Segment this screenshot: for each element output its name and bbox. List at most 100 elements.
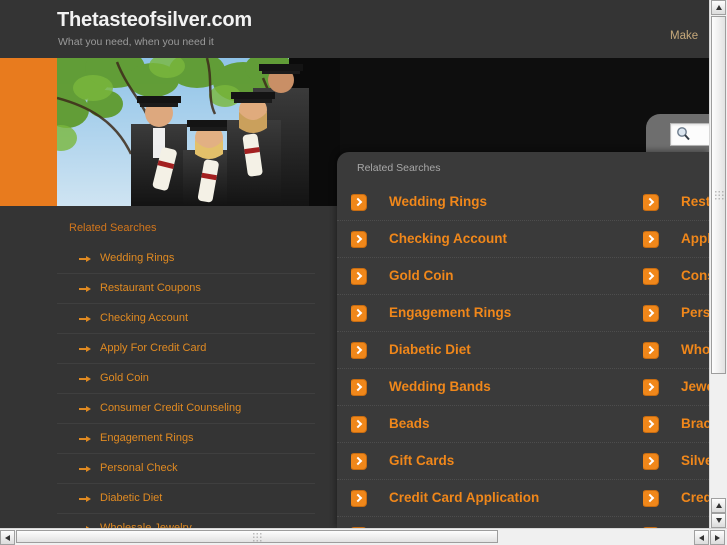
sidebar-list: Wedding Rings Restaurant Coupons Checking … [57,244,315,529]
overlay-link-label: Engagement Rings [389,305,512,320]
overlay-link[interactable]: Wedding Bands [351,375,679,399]
arrow-right-icon [79,316,91,322]
overlay-link[interactable]: Gift Cards [351,449,679,473]
overlay-link-label: Credit Cards [681,490,710,505]
sidebar-link-label: Gold Coin [100,372,149,384]
hero-orange-band [0,58,57,206]
overlay-link[interactable]: Engagement Rings [351,301,679,325]
overlay-row: Wedding Rings Restaurant Coupons [337,184,710,221]
vertical-scroll-thumb[interactable] [711,16,726,374]
horizontal-scroll-thumb[interactable] [16,530,498,543]
overlay-link-grid: Wedding Rings Restaurant Coupons Checking … [337,184,710,529]
overlay-link-label: Jewelry [681,379,710,394]
vertical-scrollbar[interactable] [709,0,727,529]
overlay-link-label: Personal Check [681,305,710,320]
chevron-right-icon [643,269,658,284]
arrow-right-icon [79,406,91,412]
chevron-right-icon [643,306,658,321]
overlay-link-label: Consumer Credit Counseling [681,268,710,283]
overlay-link[interactable]: Consumer Credit Counseling [643,264,710,288]
overlay-link-label: Wholesale Jewelry [681,342,710,357]
overlay-link[interactable]: Credit Cards [643,486,710,510]
sidebar-link-label: Engagement Rings [100,432,194,444]
triangle-left-icon-2 [699,534,704,541]
overlay-row: Gold Coin Consumer Credit Counseling [337,258,710,295]
chevron-right-icon [351,195,366,210]
sidebar-link[interactable]: Apply For Credit Card [57,334,315,364]
chevron-right-icon [643,491,658,506]
scroll-down-button-upper[interactable] [711,498,726,513]
sidebar-link[interactable]: Wholesale Jewelry [57,514,315,529]
overlay-link-label: Gift Cards [389,453,455,468]
overlay-row: Credit Card Application Credit Cards [337,480,710,517]
overlay-row: Engagement Rings Personal Check [337,295,710,332]
sidebar-related-searches: Related Searches Wedding Rings Restaurant… [57,218,315,529]
overlay-link-label: Diabetic Diet [389,342,471,357]
sidebar-link-label: Restaurant Coupons [100,282,201,294]
search-input[interactable] [670,123,710,146]
arrow-right-icon [79,286,91,292]
chevron-right-icon [351,306,366,321]
triangle-up-icon-2 [715,503,722,508]
sidebar-link-label: Apply For Credit Card [100,342,207,354]
scroll-right-button[interactable] [710,530,725,545]
header-nav-link[interactable]: Make [670,30,710,42]
overlay-link[interactable]: Restaurant Coupons [643,190,710,214]
sidebar-link[interactable]: Checking Account [57,304,315,334]
overlay-link[interactable]: Silver [643,449,710,473]
overlay-link[interactable]: Credit Card Application [351,486,679,510]
sidebar-link[interactable]: Personal Check [57,454,315,484]
sidebar-link-label: Wedding Rings [100,252,175,264]
sidebar-link-label: Consumer Credit Counseling [100,402,242,414]
scroll-down-button[interactable] [711,513,726,528]
chevron-right-icon [351,269,366,284]
chevron-right-icon [351,343,366,358]
overlay-link[interactable]: Diabetic Diet [351,338,679,362]
overlay-row: Gift Cards Silver [337,443,710,480]
overlay-link[interactable]: Beads [351,412,679,436]
overlay-row: Checking Account Apply For Credit Card [337,221,710,258]
chevron-right-icon [643,343,658,358]
chevron-right-icon [351,232,366,247]
triangle-up-icon [715,5,722,10]
overlay-link[interactable]: Wholesale Jewelry [643,338,710,362]
overlay-link[interactable]: Wedding Rings [351,190,679,214]
browser-window: Thetasteofsilver.com What you need, when… [0,0,727,545]
overlay-link[interactable]: Bracelets [643,412,710,436]
triangle-left-icon [5,534,10,541]
horizontal-scrollbar[interactable] [0,528,727,545]
scroll-up-button[interactable] [711,0,726,15]
sidebar-link[interactable]: Gold Coin [57,364,315,394]
arrow-right-icon [79,346,91,352]
sidebar-link-label: Personal Check [100,462,178,474]
site-header: Thetasteofsilver.com What you need, when… [0,0,710,58]
overlay-heading: Related Searches [357,162,441,174]
overlay-link[interactable]: Gold Coin [351,264,679,288]
arrow-right-icon [79,466,91,472]
sidebar-link[interactable]: Restaurant Coupons [57,274,315,304]
sidebar-link[interactable]: Engagement Rings [57,424,315,454]
sidebar-link[interactable]: Consumer Credit Counseling [57,394,315,424]
sidebar-heading: Related Searches [69,222,157,234]
web-page: Thetasteofsilver.com What you need, when… [0,0,710,529]
overlay-link[interactable]: Apply For Credit Card [643,227,710,251]
arrow-right-icon [79,436,91,442]
sidebar-link[interactable]: Wedding Rings [57,244,315,274]
overlay-link-label: Wedding Rings [389,194,487,209]
arrow-right-icon [79,376,91,382]
triangle-right-icon [715,534,720,541]
overlay-link[interactable]: Personal Check [643,301,710,325]
chevron-right-icon [643,195,658,210]
triangle-down-icon [715,518,722,523]
overlay-link[interactable]: Checking Account [351,227,679,251]
overlay-link-label: Beads [389,416,430,431]
overlay-link-label: Checking Account [389,231,508,246]
overlay-row: Diabetic Diet Wholesale Jewelry [337,332,710,369]
search-panel [646,114,710,154]
sidebar-link-label: Checking Account [100,312,189,324]
sidebar-link[interactable]: Diabetic Diet [57,484,315,514]
overlay-link-label: Restaurant Coupons [681,194,710,209]
overlay-link[interactable]: Jewelry [643,375,710,399]
scroll-right-button-left[interactable] [694,530,709,545]
scroll-left-button[interactable] [0,530,15,545]
